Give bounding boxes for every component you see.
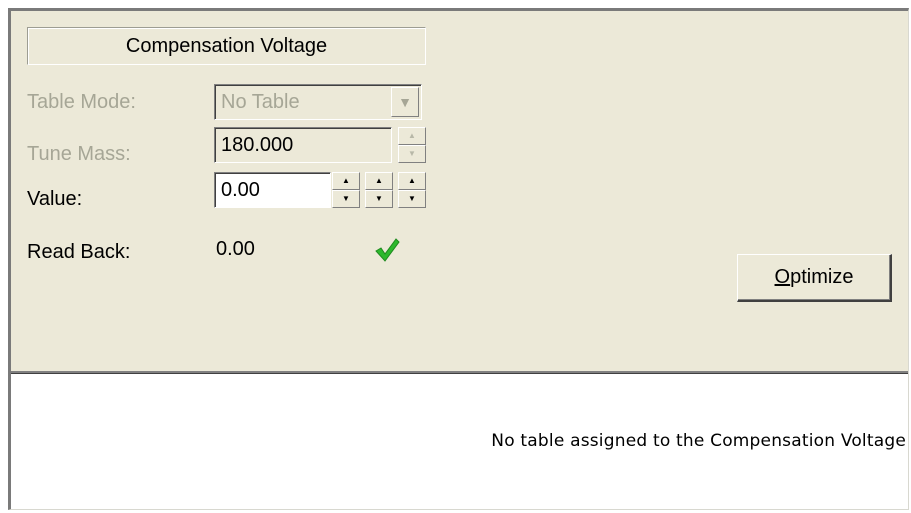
value-spinner-fine[interactable]: ▲ ▼ [398, 172, 426, 208]
table-mode-label: Table Mode: [27, 91, 136, 113]
optimize-label: ptimize [790, 266, 854, 288]
spin-down-icon[interactable]: ▼ [398, 145, 426, 163]
read-back-label: Read Back: [27, 241, 131, 263]
spin-down-icon[interactable]: ▼ [365, 190, 393, 208]
value-label: Value: [27, 188, 83, 210]
control-panel: Compensation Voltage Table Mode: No Tabl… [11, 11, 908, 371]
table-panel: No table assigned to the Compensation Vo… [11, 374, 908, 509]
table-mode-dropdown[interactable]: No Table ▼ [214, 84, 422, 120]
tune-mass-field[interactable]: 180.000 [214, 127, 392, 163]
section-title: Compensation Voltage [125, 34, 328, 57]
compensation-voltage-window: Compensation Voltage Table Mode: No Tabl… [8, 8, 909, 510]
tune-mass-label: Tune Mass: [27, 143, 131, 165]
read-back-value: 0.00 [216, 238, 255, 260]
spin-up-icon[interactable]: ▲ [332, 172, 360, 190]
spin-down-icon[interactable]: ▼ [332, 190, 360, 208]
green-checkmark-icon [375, 238, 400, 262]
spin-down-icon[interactable]: ▼ [398, 190, 426, 208]
spin-up-icon[interactable]: ▲ [365, 172, 393, 190]
value-input[interactable]: 0.00 [214, 172, 331, 208]
spin-up-icon[interactable]: ▲ [398, 172, 426, 190]
optimize-button[interactable]: Optimize [737, 254, 892, 302]
value-spinner-coarse[interactable]: ▲ ▼ [332, 172, 360, 208]
table-mode-value: No Table [221, 91, 300, 113]
spin-up-icon[interactable]: ▲ [398, 127, 426, 145]
section-header: Compensation Voltage [27, 27, 426, 65]
value-spinner-medium[interactable]: ▲ ▼ [365, 172, 393, 208]
tune-mass-spinner[interactable]: ▲ ▼ [398, 127, 426, 163]
no-table-message: No table assigned to the Compensation Vo… [491, 431, 906, 451]
optimize-mnemonic: O [774, 266, 791, 288]
dropdown-arrow-icon[interactable]: ▼ [391, 87, 419, 117]
